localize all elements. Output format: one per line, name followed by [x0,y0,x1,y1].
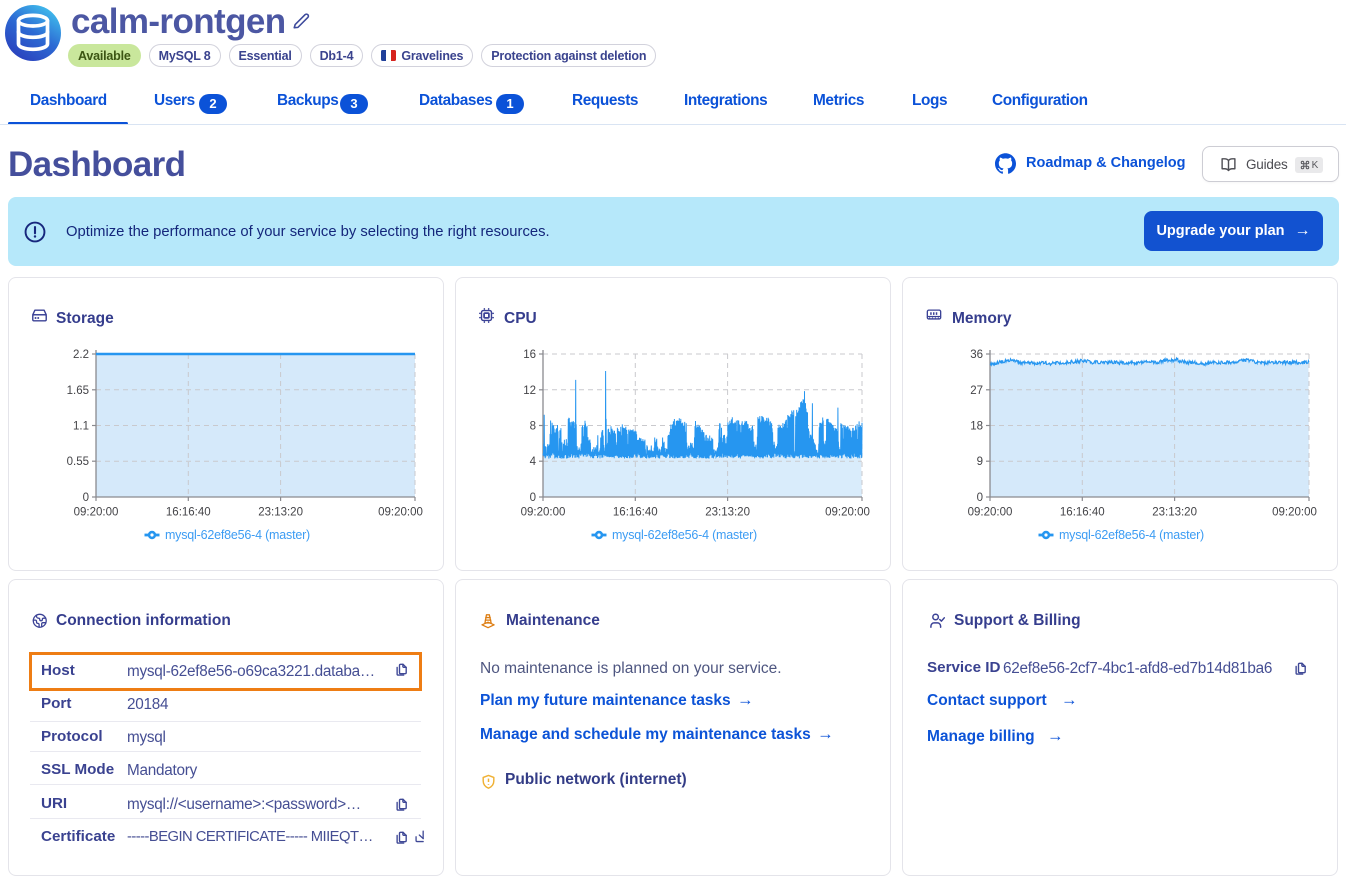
svg-text:23:13:20: 23:13:20 [1152,507,1197,519]
svg-text:4: 4 [530,456,537,468]
svg-text:1.1: 1.1 [73,421,89,433]
svg-text:8: 8 [530,421,536,433]
svg-text:0: 0 [530,492,536,504]
svg-text:09:20:00: 09:20:00 [378,507,423,519]
svg-text:0: 0 [83,492,89,504]
svg-text:18: 18 [970,421,983,433]
svg-text:09:20:00: 09:20:00 [521,507,566,519]
svg-text:16:16:40: 16:16:40 [1060,507,1105,519]
svg-text:16: 16 [523,349,536,361]
svg-text:23:13:20: 23:13:20 [258,507,303,519]
svg-text:16:16:40: 16:16:40 [613,507,658,519]
svg-text:9: 9 [977,456,983,468]
svg-text:23:13:20: 23:13:20 [705,507,750,519]
svg-text:09:20:00: 09:20:00 [825,507,870,519]
svg-text:09:20:00: 09:20:00 [968,507,1013,519]
svg-text:16:16:40: 16:16:40 [166,507,211,519]
svg-text:1.65: 1.65 [67,385,89,397]
svg-text:36: 36 [970,349,983,361]
svg-text:09:20:00: 09:20:00 [74,507,119,519]
svg-text:2.2: 2.2 [73,349,89,361]
svg-text:0: 0 [977,492,983,504]
svg-text:27: 27 [970,385,983,397]
svg-text:12: 12 [523,385,536,397]
svg-text:09:20:00: 09:20:00 [1272,507,1317,519]
svg-text:0.55: 0.55 [67,456,89,468]
